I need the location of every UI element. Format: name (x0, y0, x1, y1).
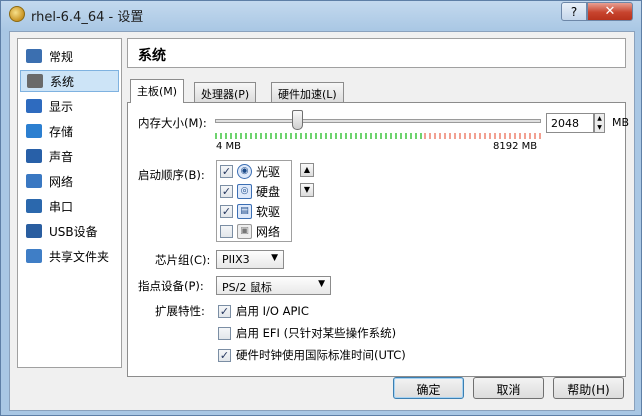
cancel-button[interactable]: 取消 (473, 377, 544, 399)
sidebar-item-system[interactable]: 系统 (20, 70, 119, 92)
sidebar-item-network[interactable]: 网络 (20, 170, 119, 192)
chipset-label: 芯片组(C): (155, 253, 211, 267)
sidebar-item-label: 网络 (49, 174, 74, 189)
close-button[interactable]: ✕ (587, 2, 633, 21)
usb-icon (26, 224, 42, 238)
chipset-value: PIIX3 (222, 253, 250, 266)
pointing-device-select[interactable]: PS/2 鼠标 ▼ (216, 276, 331, 295)
efi-option[interactable]: 启用 EFI (只针对某些操作系统) (218, 325, 396, 341)
storage-icon (26, 124, 42, 138)
help-button[interactable]: 帮助(H) (553, 377, 624, 399)
window-title: rhel-6.4_64 - 设置 (31, 10, 144, 25)
virtualbox-app-icon (9, 6, 25, 22)
io-apic-checkbox[interactable]: ✓ (218, 304, 231, 318)
sidebar-item-label: 显示 (49, 99, 74, 114)
motherboard-panel: 内存大小(M): 4 MB 8192 MB 2048 ▲ ▼ MB 启动顺序(B)… (127, 102, 630, 377)
optical-drive-icon: ◉ (237, 164, 252, 179)
memory-max-label: 8192 MB (493, 141, 538, 152)
memory-range-scale (215, 133, 541, 139)
sidebar-item-display[interactable]: 显示 (20, 95, 119, 117)
settings-sidebar: 常规 系统 显示 存储 声音 网络 串口 USB设备 共享文件夹 (17, 38, 122, 368)
pointing-device-value: PS/2 鼠标 (222, 281, 272, 294)
boot-network-checkbox[interactable] (220, 225, 233, 238)
boot-item-hard-disk[interactable]: ✓ ◎ 硬盘 (220, 182, 290, 201)
ok-button[interactable]: 确定 (393, 377, 464, 399)
general-icon (26, 49, 42, 63)
chipset-select[interactable]: PIIX3 ▼ (216, 250, 284, 269)
dialog-body: 常规 系统 显示 存储 声音 网络 串口 USB设备 共享文件夹 系统 主板(M… (9, 31, 635, 411)
sidebar-item-audio[interactable]: 声音 (20, 145, 119, 167)
boot-item-network[interactable]: ▣ 网络 (220, 222, 290, 241)
pointing-device-label: 指点设备(P): (138, 279, 204, 293)
memory-size-label: 内存大小(M): (138, 116, 207, 130)
network-boot-icon: ▣ (237, 224, 252, 239)
sidebar-item-usb[interactable]: USB设备 (20, 220, 119, 242)
memory-min-label: 4 MB (216, 141, 242, 152)
sidebar-item-shared-folders[interactable]: 共享文件夹 (20, 245, 119, 267)
memory-spin-buttons[interactable]: ▲ ▼ (594, 113, 605, 133)
tab-acceleration[interactable]: 硬件加速(L) (271, 82, 344, 102)
system-icon (27, 74, 43, 88)
io-apic-label: 启用 I/O APIC (236, 304, 309, 318)
boot-item-label: 光驱 (256, 165, 281, 179)
sidebar-item-label: 存储 (49, 124, 74, 139)
hard-disk-icon: ◎ (237, 184, 252, 199)
sidebar-item-label: 常规 (49, 49, 74, 64)
utc-clock-checkbox[interactable]: ✓ (218, 348, 231, 362)
tab-processor[interactable]: 处理器(P) (194, 82, 257, 102)
boot-optical-checkbox[interactable]: ✓ (220, 165, 233, 178)
serial-port-icon (26, 199, 42, 213)
sidebar-item-label: USB设备 (49, 224, 98, 239)
sidebar-item-label: 系统 (50, 74, 75, 89)
efi-label: 启用 EFI (只针对某些操作系统) (236, 326, 397, 340)
boot-order-list: ✓ ◉ 光驱 ✓ ◎ 硬盘 ✓ ▤ 软驱 ▣ 网络 (216, 160, 292, 242)
memory-unit-label: MB (612, 116, 630, 129)
memory-size-input[interactable]: 2048 (546, 113, 594, 133)
boot-item-label: 网络 (256, 225, 281, 239)
boot-order-label: 启动顺序(B): (138, 168, 205, 182)
memory-slider-thumb[interactable] (291, 110, 303, 130)
chevron-down-icon: ▼ (318, 279, 325, 289)
utc-clock-option[interactable]: ✓ 硬件时钟使用国际标准时间(UTC) (218, 347, 406, 363)
help-title-button[interactable]: ? (561, 2, 587, 21)
memory-slider[interactable] (215, 119, 541, 123)
sidebar-item-label: 串口 (49, 199, 74, 214)
tab-motherboard[interactable]: 主板(M) (130, 79, 185, 103)
recommended-range (215, 133, 424, 139)
title-bar: rhel-6.4_64 - 设置 ? ✕ (1, 1, 641, 27)
sidebar-item-label: 声音 (49, 149, 74, 164)
boot-item-floppy[interactable]: ✓ ▤ 软驱 (220, 202, 290, 221)
sidebar-item-label: 共享文件夹 (49, 249, 110, 264)
section-header: 系统 (127, 38, 626, 68)
audio-icon (26, 149, 42, 163)
sidebar-item-storage[interactable]: 存储 (20, 120, 119, 142)
io-apic-option[interactable]: ✓ 启用 I/O APIC (218, 303, 309, 319)
efi-checkbox[interactable] (218, 326, 231, 340)
sidebar-item-serial-ports[interactable]: 串口 (20, 195, 119, 217)
settings-window: rhel-6.4_64 - 设置 ? ✕ 常规 系统 显示 存储 声音 网络 串… (0, 0, 642, 416)
boot-floppy-checkbox[interactable]: ✓ (220, 205, 233, 218)
boot-item-label: 软驱 (256, 205, 281, 219)
utc-clock-label: 硬件时钟使用国际标准时间(UTC) (236, 348, 406, 362)
boot-item-optical[interactable]: ✓ ◉ 光驱 (220, 162, 290, 181)
move-down-button[interactable]: ▼ (300, 183, 314, 197)
unsafe-range (423, 133, 541, 139)
sidebar-item-general[interactable]: 常规 (20, 45, 119, 67)
boot-hard-disk-checkbox[interactable]: ✓ (220, 185, 233, 198)
floppy-icon: ▤ (237, 204, 252, 219)
page-title: 系统 (138, 48, 166, 64)
boot-item-label: 硬盘 (256, 185, 281, 199)
shared-folder-icon (26, 249, 42, 263)
display-icon (26, 99, 42, 113)
chevron-down-icon: ▼ (271, 253, 278, 263)
move-up-button[interactable]: ▲ (300, 163, 314, 177)
extended-features-label: 扩展特性: (155, 304, 205, 318)
network-icon (26, 174, 42, 188)
